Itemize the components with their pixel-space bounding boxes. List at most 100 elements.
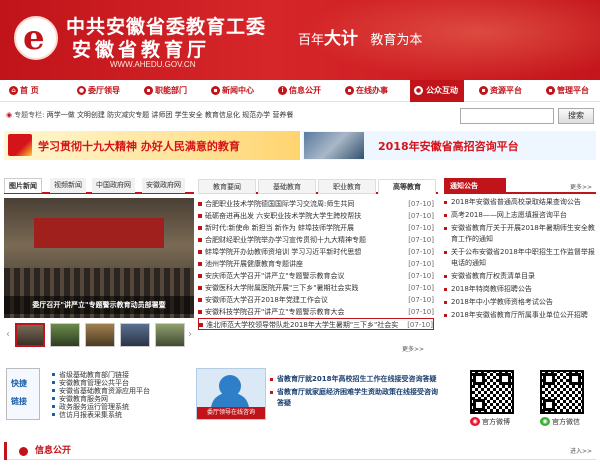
next-arrow-icon[interactable]: › bbox=[186, 328, 194, 342]
topic-link[interactable]: 防灾减灾专题 bbox=[107, 111, 149, 119]
nav-home[interactable]: ⌂ 首 页 bbox=[8, 80, 39, 102]
banner-study[interactable]: 学习贯彻十九大精神 办好人民满意的教育 bbox=[4, 131, 300, 160]
info-open-enter-link[interactable]: 进入>> bbox=[570, 446, 592, 455]
topic-link[interactable]: 两学一做 bbox=[47, 111, 75, 119]
wechat-label[interactable]: ◉ 官方微信 bbox=[540, 417, 580, 427]
notice-item[interactable]: 2018年安徽省普通高校录取结果查询公告 bbox=[444, 197, 596, 208]
topic-link[interactable]: 讲师团 bbox=[151, 111, 172, 119]
news-title[interactable]: 新时代:新使命 新担当 新作为 蚌埠技师学院开展 bbox=[205, 222, 397, 234]
news-more-link[interactable]: 更多>> bbox=[402, 344, 424, 353]
nav-news-center[interactable]: ▪ 新闻中心 bbox=[210, 80, 254, 102]
quick-link[interactable]: 安徽省基础教育资源应用平台 bbox=[52, 387, 192, 395]
notice-more-link[interactable]: 更多>> bbox=[570, 182, 592, 191]
nav-info-open[interactable]: i 信息公开 bbox=[277, 80, 321, 102]
tab-gov-cn[interactable]: 中国政府网 bbox=[92, 178, 135, 193]
news-row[interactable]: 砥砺奋进再出发 六安职业技术学院大学生跨校帮扶 [07-10] bbox=[198, 210, 434, 222]
tab-basic-edu[interactable]: 基础教育 bbox=[258, 179, 316, 194]
news-title[interactable]: 安庆师范大学召开"讲严立"专题警示教育会议 bbox=[205, 270, 397, 282]
news-row-highlighted[interactable]: 淮北师范大学校领导带队赴2018年大学生暑期"三下乡"社会实践 [07-10] bbox=[198, 318, 434, 330]
news-date: [07-10] bbox=[408, 284, 434, 292]
news-title[interactable]: 蚌埠学院开办幼教师资培训 学习习近平新时代思想 bbox=[205, 246, 397, 258]
quick-link[interactable]: 政务服务运行管理系统 bbox=[52, 403, 192, 411]
thumbnail[interactable] bbox=[155, 323, 185, 347]
news-row[interactable]: 合肥财经职业学院举办学习宣传贯彻十九大精神专题 [07-10] bbox=[198, 234, 434, 246]
news-title[interactable]: 砥砺奋进再出发 六安职业技术学院大学生跨校帮扶 bbox=[205, 210, 397, 222]
tab-video-news[interactable]: 视频新闻 bbox=[50, 178, 86, 193]
news-row[interactable]: 池州学院开展健康教育专题讲座 [07-10] bbox=[198, 258, 434, 270]
quick-link[interactable]: 省级基础教育部门链接 bbox=[52, 371, 192, 379]
topic-link[interactable]: 文明创建 bbox=[77, 111, 105, 119]
notice-item[interactable]: 安徽省教育厅权责清单目录 bbox=[444, 271, 596, 282]
news-date: [07-10] bbox=[407, 321, 433, 329]
topic-link[interactable]: 规范办学 bbox=[242, 111, 270, 119]
news-row[interactable]: 安庆师范大学召开"讲严立"专题警示教育会议 [07-10] bbox=[198, 270, 434, 282]
nav-label: 在线办事 bbox=[356, 86, 388, 95]
news-row[interactable]: 安徽科技学院召开"讲严立"专题警示教育大会 [07-10] bbox=[198, 306, 434, 318]
weibo-label[interactable]: ◉ 官方微博 bbox=[470, 417, 510, 427]
news-date: [07-10] bbox=[408, 200, 434, 208]
tab-vocational-edu[interactable]: 职业教育 bbox=[318, 179, 376, 194]
news-row[interactable]: 蚌埠学院开办幼教师资培训 学习习近平新时代思想 [07-10] bbox=[198, 246, 434, 258]
notice-item[interactable]: 2018年特岗教师招聘公告 bbox=[444, 284, 596, 295]
news-title[interactable]: 安徽医科大学附属医院开展"三下乡"暑期社会实践 bbox=[205, 282, 397, 294]
nav-label: 管理平台 bbox=[557, 86, 589, 95]
tab-higher-edu[interactable]: 高等教育 bbox=[378, 179, 436, 194]
tab-gov-ah[interactable]: 安徽政府网 bbox=[142, 178, 185, 193]
info-open-title[interactable]: 信息公开 bbox=[4, 442, 71, 460]
leader-online-item[interactable]: 省教育厅就2018年高校招生工作在线接受咨询答疑 bbox=[270, 374, 440, 385]
leader-online-item[interactable]: 省教育厅就家庭经济困难学生资助政策在线接受咨询答疑 bbox=[270, 387, 440, 409]
bullet-icon bbox=[198, 286, 202, 290]
news-title[interactable]: 安徽师范大学召开2018年党建工作会议 bbox=[205, 294, 397, 306]
banner-admissions[interactable]: 2018年安徽省高招咨询平台 bbox=[302, 131, 596, 160]
notice-item[interactable]: 2018年安徽省教育厅所属事业单位公开招聘 bbox=[444, 310, 596, 321]
thumbnail[interactable] bbox=[50, 323, 80, 347]
wechat-qr-code[interactable] bbox=[540, 370, 584, 414]
notice-item[interactable]: 高考2018——网上志愿填报咨询平台 bbox=[444, 210, 596, 221]
notice-item[interactable]: 2018年中小学教师资格考试公告 bbox=[444, 297, 596, 308]
nav-manage-platform[interactable]: ▪ 管理平台 bbox=[545, 80, 589, 102]
nav-leaders[interactable]: ● 委厅领导 bbox=[76, 80, 120, 102]
quick-link[interactable]: 安徽教育管理公共平台 bbox=[52, 379, 192, 387]
nav-departments[interactable]: ▪ 职能部门 bbox=[143, 80, 187, 102]
nav-label: 资源平台 bbox=[490, 86, 522, 95]
thumbnail[interactable] bbox=[85, 323, 115, 347]
quick-link[interactable]: 信访月报表采集系统 bbox=[52, 411, 192, 419]
news-title[interactable]: 合肥职业技术学院德国国际学习交流周:师生共同 bbox=[205, 198, 397, 210]
info-icon: i bbox=[278, 86, 287, 95]
news-row[interactable]: 合肥职业技术学院德国国际学习交流周:师生共同 [07-10] bbox=[198, 198, 434, 210]
tab-edu-news[interactable]: 教育要闻 bbox=[198, 179, 256, 194]
thumbnail[interactable] bbox=[120, 323, 150, 347]
tab-photo-news[interactable]: 图片新闻 bbox=[4, 178, 42, 193]
search-button[interactable]: 搜索 bbox=[558, 108, 594, 124]
news-title[interactable]: 淮北师范大学校领导带队赴2018年大学生暑期"三下乡"社会实践 bbox=[206, 319, 398, 331]
thumbnail[interactable] bbox=[15, 323, 45, 347]
notice-item[interactable]: 安徽省教育厅关于开展2018年暑期师生安全教育工作的通知 bbox=[444, 223, 596, 245]
topic-link[interactable]: 营养餐 bbox=[272, 111, 293, 119]
nav-public-interaction[interactable]: ● 公众互动 bbox=[410, 80, 464, 102]
notice-header: 通知公告 更多>> bbox=[444, 178, 596, 194]
topic-link[interactable]: 教育信息化 bbox=[205, 111, 240, 119]
logo-icon[interactable]: e bbox=[14, 16, 58, 60]
search-input[interactable] bbox=[460, 108, 554, 124]
photo-news-tabs: 图片新闻 视频新闻 中国政府网 安徽政府网 bbox=[4, 178, 194, 194]
quick-link[interactable]: 安徽教育服务网 bbox=[52, 395, 192, 403]
photo-caption[interactable]: 委厅召开"讲严立"专题警示教育动员部署暨 bbox=[4, 296, 194, 314]
news-row[interactable]: 新时代:新使命 新担当 新作为 蚌埠技师学院开展 [07-10] bbox=[198, 222, 434, 234]
banner-photo bbox=[304, 132, 364, 159]
prev-arrow-icon[interactable]: ‹ bbox=[4, 328, 12, 342]
bullet-icon bbox=[198, 262, 202, 266]
news-title[interactable]: 安徽科技学院召开"讲严立"专题警示教育大会 bbox=[205, 306, 397, 318]
notice-item[interactable]: 关于公布安徽省2018年中职招生工作监督举报电话的通知 bbox=[444, 247, 596, 269]
news-row[interactable]: 安徽医科大学附属医院开展"三下乡"暑期社会实践 [07-10] bbox=[198, 282, 434, 294]
news-row[interactable]: 安徽师范大学召开2018年党建工作会议 [07-10] bbox=[198, 294, 434, 306]
news-date: [07-10] bbox=[408, 236, 434, 244]
leader-online-banner[interactable]: 委厅领导在线咨询 bbox=[196, 368, 266, 420]
notice-title: 通知公告 bbox=[444, 178, 506, 194]
news-date: [07-10] bbox=[408, 224, 434, 232]
nav-online-service[interactable]: ▪ 在线办事 bbox=[344, 80, 388, 102]
topic-link[interactable]: 学生安全 bbox=[175, 111, 203, 119]
nav-resource-platform[interactable]: ▪ 资源平台 bbox=[478, 80, 522, 102]
news-title[interactable]: 合肥财经职业学院举办学习宣传贯彻十九大精神专题 bbox=[205, 234, 397, 246]
news-title[interactable]: 池州学院开展健康教育专题讲座 bbox=[205, 258, 397, 270]
weibo-qr-code[interactable] bbox=[470, 370, 514, 414]
